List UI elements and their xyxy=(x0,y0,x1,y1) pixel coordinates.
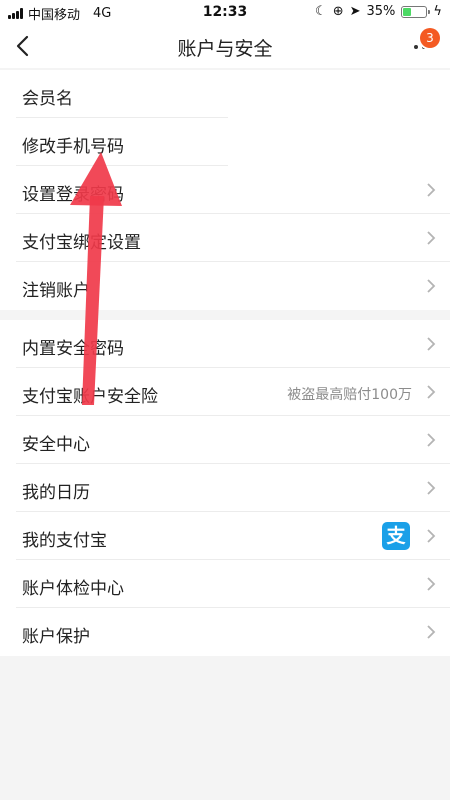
chevron-right-icon xyxy=(427,529,436,543)
battery-percent: 35% xyxy=(366,4,396,19)
row-label: 我的日历 xyxy=(22,483,90,503)
moon-icon: ☾ xyxy=(315,4,327,19)
status-right: ☾ ⊕ ➤ 35% ϟ xyxy=(315,4,442,19)
more-button[interactable]: 3 xyxy=(412,28,440,58)
row-label: 安全中心 xyxy=(22,435,90,455)
row-builtin-password[interactable]: 内置安全密码 xyxy=(0,320,450,368)
status-bar: 中国移动 4G 12:33 ☾ ⊕ ➤ 35% ϟ xyxy=(0,0,450,24)
insurance-note: 被盗最高赔付100万 xyxy=(287,387,412,403)
row-login-password[interactable]: 设置登录密码 xyxy=(0,166,450,214)
row-change-phone[interactable]: 修改手机号码 xyxy=(0,118,450,166)
row-label: 设置登录密码 xyxy=(22,185,124,205)
chevron-right-icon xyxy=(427,625,436,639)
row-label: 注销账户 xyxy=(22,281,90,301)
row-my-calendar[interactable]: 我的日历 xyxy=(0,464,450,512)
row-account-protection[interactable]: 账户保护 xyxy=(0,608,450,656)
row-label: 账户保护 xyxy=(22,627,90,647)
row-label: 修改手机号码 xyxy=(22,137,124,157)
rotation-lock-icon: ⊕ xyxy=(332,4,344,19)
row-label: 我的支付宝 xyxy=(22,531,107,551)
charging-icon: ϟ xyxy=(433,4,442,19)
row-label: 支付宝账户安全险 xyxy=(22,387,158,407)
row-account-insurance[interactable]: 支付宝账户安全险 被盗最高赔付100万 xyxy=(0,368,450,416)
row-member-name[interactable]: 会员名 xyxy=(0,70,450,118)
account-settings-group: 会员名 修改手机号码 设置登录密码 支付宝绑定设置 注销账户 xyxy=(0,70,450,310)
row-label: 账户体检中心 xyxy=(22,579,124,599)
battery-icon xyxy=(401,5,431,18)
chevron-right-icon xyxy=(427,183,436,197)
row-label: 支付宝绑定设置 xyxy=(22,233,141,253)
chevron-right-icon xyxy=(427,433,436,447)
notification-badge: 3 xyxy=(420,28,440,48)
row-security-center[interactable]: 安全中心 xyxy=(0,416,450,464)
row-alipay-binding[interactable]: 支付宝绑定设置 xyxy=(0,214,450,262)
nav-bar: 账户与安全 3 xyxy=(0,24,450,68)
security-group: 内置安全密码 支付宝账户安全险 被盗最高赔付100万 安全中心 我的日历 我的支… xyxy=(0,320,450,656)
chevron-right-icon xyxy=(427,231,436,245)
row-close-account[interactable]: 注销账户 xyxy=(0,262,450,310)
location-icon: ➤ xyxy=(349,4,361,19)
row-label: 内置安全密码 xyxy=(22,339,124,359)
row-my-alipay[interactable]: 我的支付宝 支 xyxy=(0,512,450,560)
page-title: 账户与安全 xyxy=(177,38,273,60)
alipay-icon: 支 xyxy=(382,522,410,550)
row-account-checkup[interactable]: 账户体检中心 xyxy=(0,560,450,608)
chevron-right-icon xyxy=(427,279,436,293)
chevron-right-icon xyxy=(427,577,436,591)
chevron-right-icon xyxy=(427,481,436,495)
chevron-right-icon xyxy=(427,337,436,351)
row-label: 会员名 xyxy=(22,89,73,109)
chevron-right-icon xyxy=(427,385,436,399)
